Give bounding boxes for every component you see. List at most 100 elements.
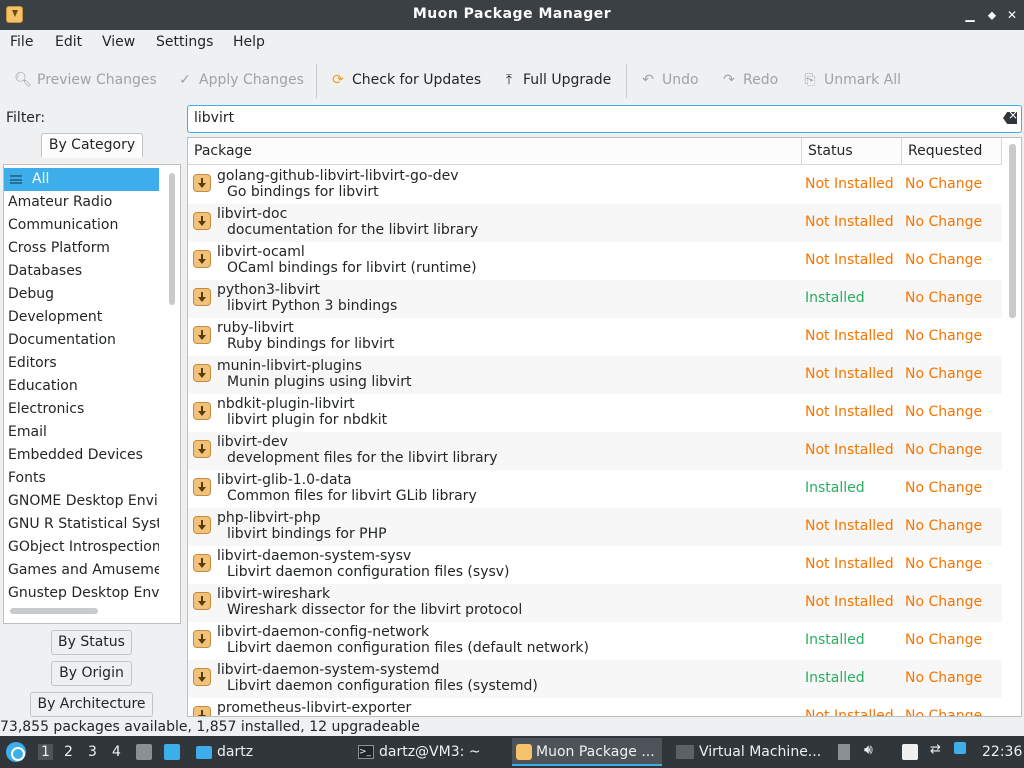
package-row[interactable]: libvirt-ocaml OCaml bindings for libvirt…	[188, 242, 1002, 280]
menu-view[interactable]: View	[102, 34, 135, 50]
category-item[interactable]: Cross Platform	[4, 237, 159, 260]
category-item[interactable]: Games and Amusement	[4, 559, 159, 582]
unmark-all-button[interactable]: ⎘ Unmark All	[801, 69, 901, 91]
task-muon[interactable]: Muon Package ...	[512, 738, 662, 766]
package-status: Not Installed	[805, 442, 894, 458]
package-status: Not Installed	[805, 708, 894, 717]
clock[interactable]: 22:36	[982, 744, 1022, 760]
preview-changes-button[interactable]: 🔍︎ Preview Changes	[14, 69, 157, 91]
check-for-updates-button[interactable]: ⟳ Check for Updates	[329, 69, 481, 91]
category-item[interactable]: Amateur Radio	[4, 191, 159, 214]
menu-edit[interactable]: Edit	[55, 34, 82, 50]
category-item[interactable]: Debug	[4, 283, 159, 306]
package-row[interactable]: libvirt-daemon-system-systemd Libvirt da…	[188, 660, 1002, 698]
package-row[interactable]: prometheus-libvirt-exporter Not Installe…	[188, 698, 1002, 717]
status-bar: 73,855 packages available, 1,857 install…	[0, 719, 420, 735]
task-dartz[interactable]: dartz	[194, 738, 344, 766]
package-status: Not Installed	[805, 556, 894, 572]
notes-icon[interactable]	[902, 744, 918, 760]
apply-changes-button[interactable]: ✓ Apply Changes	[176, 69, 304, 91]
close-icon[interactable]: ✕	[1002, 5, 1022, 25]
package-scrollbar[interactable]	[1009, 144, 1016, 318]
network-icon[interactable]: ⇄	[930, 742, 946, 758]
package-download-icon	[193, 288, 211, 306]
maximize-icon[interactable]: ⬥	[982, 5, 1002, 25]
clipboard-icon[interactable]	[838, 744, 850, 760]
category-item[interactable]: GObject Introspection	[4, 536, 159, 559]
package-description: documentation for the libvirt library	[227, 222, 479, 238]
update-notifier-icon[interactable]	[954, 742, 966, 754]
filter-label: Filter:	[6, 110, 46, 126]
package-download-icon	[193, 478, 211, 496]
package-row[interactable]: php-libvirt-php libvirt bindings for PHP…	[188, 508, 1002, 546]
category-item-all[interactable]: All	[4, 168, 159, 191]
desktop-switch-1[interactable]: 1	[38, 744, 53, 760]
category-scrollbar-horizontal[interactable]	[10, 608, 98, 614]
tab-by-architecture[interactable]: By Architecture	[30, 692, 153, 717]
category-item[interactable]: Education	[4, 375, 159, 398]
full-upgrade-button[interactable]: ⤒ Full Upgrade	[500, 69, 611, 91]
redo-button[interactable]: ↷ Redo	[720, 69, 778, 91]
category-scrollbar-vertical[interactable]	[169, 173, 175, 305]
menu-settings[interactable]: Settings	[156, 34, 213, 50]
taskbar: 1 2 3 4 dartz >_ dartz@VM3: ~ Muon Packag…	[0, 736, 1024, 768]
app-launcher-icon[interactable]	[6, 742, 26, 762]
list-icon	[10, 174, 22, 184]
package-requested: No Change	[905, 670, 983, 686]
desktop-switch-3[interactable]: 3	[88, 744, 97, 760]
category-item[interactable]: Fonts	[4, 467, 159, 490]
task-virtual-machine[interactable]: Virtual Machine...	[674, 738, 826, 766]
category-item[interactable]: Electronics	[4, 398, 159, 421]
package-description: Munin plugins using libvirt	[227, 374, 412, 390]
undo-button[interactable]: ↶ Undo	[639, 69, 698, 91]
category-item[interactable]: Gnustep Desktop Environment	[4, 582, 159, 605]
package-name: python3-libvirt	[217, 282, 321, 298]
minimize-icon[interactable]: ▁	[960, 5, 980, 25]
column-header-status[interactable]: Status	[802, 138, 902, 165]
package-status: Not Installed	[805, 328, 894, 344]
package-row[interactable]: libvirt-daemon-config-network Libvirt da…	[188, 622, 1002, 660]
category-item[interactable]: Documentation	[4, 329, 159, 352]
category-item[interactable]: Embedded Devices	[4, 444, 159, 467]
package-row[interactable]: python3-libvirt libvirt Python 3 binding…	[188, 280, 1002, 318]
virtual-machine-icon	[676, 745, 694, 759]
file-manager-icon[interactable]	[136, 744, 152, 760]
title-bar: Muon Package Manager ▁ ⬥ ✕	[0, 0, 1024, 30]
category-item[interactable]: Development	[4, 306, 159, 329]
category-item[interactable]: Email	[4, 421, 159, 444]
package-row[interactable]: libvirt-glib-1.0-data Common files for l…	[188, 470, 1002, 508]
package-name: munin-libvirt-plugins	[217, 358, 362, 374]
package-description: Libvirt daemon configuration files (sysv…	[227, 564, 510, 580]
package-requested: No Change	[905, 404, 983, 420]
column-header-requested[interactable]: Requested	[902, 138, 1002, 165]
refresh-icon: ⟳	[332, 72, 344, 88]
package-row[interactable]: libvirt-wireshark Wireshark dissector fo…	[188, 584, 1002, 622]
package-row[interactable]: ruby-libvirt Ruby bindings for libvirt N…	[188, 318, 1002, 356]
menu-help[interactable]: Help	[233, 34, 265, 50]
package-row[interactable]: libvirt-dev development files for the li…	[188, 432, 1002, 470]
desktop-switch-4[interactable]: 4	[112, 744, 121, 760]
category-item[interactable]: Editors	[4, 352, 159, 375]
package-row[interactable]: libvirt-daemon-system-sysv Libvirt daemo…	[188, 546, 1002, 584]
package-row[interactable]: golang-github-libvirt-libvirt-go-dev Go …	[188, 166, 1002, 204]
package-row[interactable]: nbdkit-plugin-libvirt libvirt plugin for…	[188, 394, 1002, 432]
task-terminal[interactable]: >_ dartz@VM3: ~	[356, 738, 506, 766]
package-row[interactable]: munin-libvirt-plugins Munin plugins usin…	[188, 356, 1002, 394]
category-item[interactable]: GNU R Statistical System	[4, 513, 159, 536]
tab-by-category[interactable]: By Category	[41, 133, 143, 158]
tab-by-origin[interactable]: By Origin	[51, 661, 132, 686]
category-item[interactable]: Communication	[4, 214, 159, 237]
category-item[interactable]: GNOME Desktop Environment	[4, 490, 159, 513]
search-input[interactable]: libvirt	[187, 105, 1022, 133]
tab-by-status[interactable]: By Status	[51, 630, 132, 655]
category-item[interactable]: Databases	[4, 260, 159, 283]
column-header-package[interactable]: Package	[188, 138, 802, 165]
volume-icon[interactable]: 🔊︎	[864, 742, 880, 758]
clear-search-icon[interactable]	[1003, 112, 1017, 124]
desktop-switch-2[interactable]: 2	[64, 744, 73, 760]
desktop-icon[interactable]	[164, 744, 180, 760]
package-row[interactable]: libvirt-doc documentation for the libvir…	[188, 204, 1002, 242]
package-requested: No Change	[905, 480, 983, 496]
toolbar-separator	[626, 64, 627, 98]
menu-file[interactable]: File	[10, 34, 33, 50]
